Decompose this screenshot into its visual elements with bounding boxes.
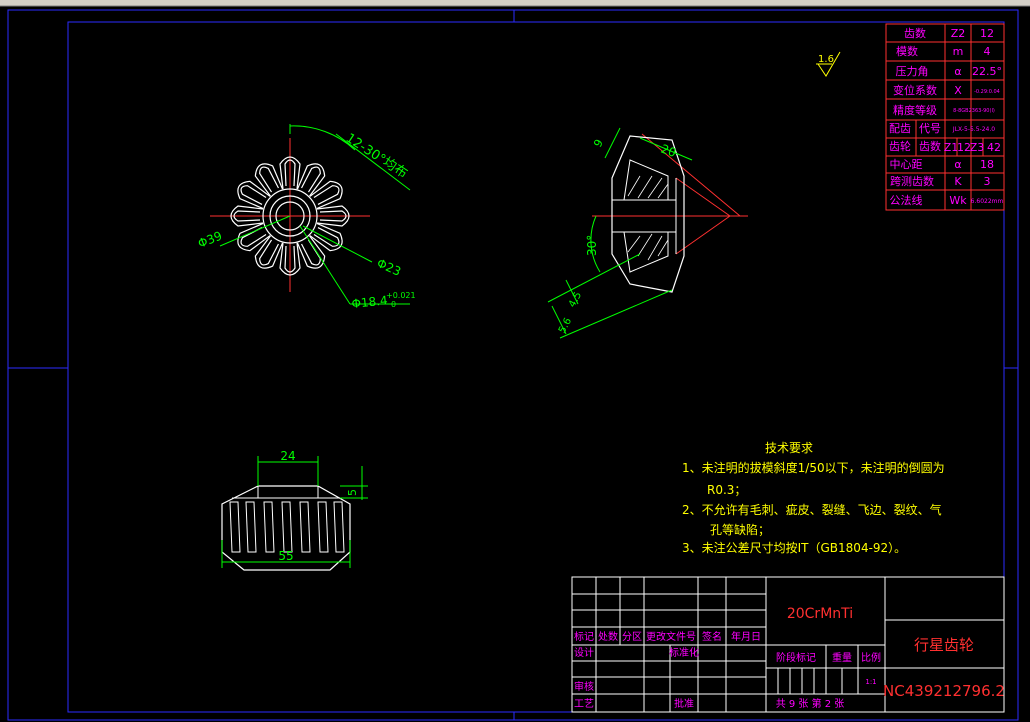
param-label-4: 变位系数 [893,83,937,97]
label-review: 审核 [574,680,594,693]
side-tooth [245,501,257,553]
notes-title: 技术要求 [765,441,813,455]
hdr-file: 更改文件号 [646,630,696,643]
param-extra-val-7: 42 [987,141,1001,154]
param-label-8: 中心距 [890,158,923,171]
title-block: 20CrMnTi 行星齿轮 NC439212796.2 标记 处数 分区 更改文… [571,576,1005,713]
hdr-date: 年月日 [731,630,761,643]
label-stage: 阶段标记 [776,651,816,664]
side-tooth [281,501,293,553]
hdr-count: 处数 [598,630,618,643]
parameter-table: 齿数 Z2 12 模数 m 4 压力角 α 22.5° 变位系数 X -0.29… [885,23,1005,211]
roughness-symbol: 1.6 [816,51,841,77]
scale-value: 1:1 [865,678,876,686]
side-tooth [317,501,329,553]
hdr-mark: 标记 [574,631,594,643]
label-standardize: 标准化 [669,646,699,659]
roughness-value: 1.6 [818,54,834,65]
notes-line-1: 1、未注明的拔模斜度1/50以下，未注明的倒圆为 [682,460,945,475]
param-val-2: 4 [984,45,991,58]
section-dim-side: 9 [591,137,606,149]
label-weight: 重量 [832,651,852,664]
part-name: 行星齿轮 [914,636,974,654]
notes-line-3: 2、不允许有毛刺、疵皮、裂缝、飞边、裂纹、气 [682,502,942,517]
param-label-3: 压力角 [896,65,929,78]
side-dim-bottom: 55 [278,549,293,563]
outer-frame [7,9,1019,721]
side-tooth [263,501,275,553]
notes-line-2: R0.3； [707,483,746,497]
param-val-8: 18 [980,158,994,171]
param-label-10: 公法线 [890,193,923,207]
dia-bore-tol-bot: 0 [391,300,396,309]
label-process: 工艺 [574,698,594,710]
section-angle: 30° [585,235,599,256]
side-dim-top: 24 [280,449,295,463]
label-approve: 批准 [674,697,694,710]
param-label-6: 配齿 [889,122,911,135]
param-val-9: 3 [984,175,991,188]
angle-note: 12-30°均布 [343,131,410,182]
notes-line-4: 孔等缺陷； [710,522,770,537]
technical-notes: 技术要求 1、未注明的拔模斜度1/50以下，未注明的倒圆为 R0.3； 2、不允… [682,441,945,555]
param-sym-1: Z2 [951,27,966,40]
param-sym-10: Wk [949,194,967,207]
dia-outer: Φ39 [196,229,224,251]
gear-front-view: 12-30°均布 Φ39 Φ23 Φ18.4 +0.021 0 [196,124,416,311]
param-val-10: 6.6022mm [971,198,1004,205]
param-label-2: 模数 [896,45,918,58]
label-design: 设计 [574,646,594,659]
label-scale: 比例 [861,651,881,664]
side-dim-right: 5 [346,489,359,496]
material: 20CrMnTi [787,606,853,622]
section-dim-top: 20 [659,142,678,160]
side-tooth [333,501,345,553]
gear-side-view: 24 5 55 [221,449,368,571]
param-extra-7: Z3 [970,141,985,154]
param-val-3: 22.5° [972,65,1002,78]
param-label-9: 跨测齿数 [890,175,934,188]
sheet-info: 共 9 张 第 2 张 [776,697,845,710]
cad-drawing: 齿数 Z2 12 模数 m 4 压力角 α 22.5° 变位系数 X -0.29… [0,0,1030,721]
top-strip [0,0,1030,6]
section-dim-a: 4.5 [567,290,584,309]
param-sym-2: m [953,45,964,58]
param-sym-6: 代号 [919,122,941,135]
side-tooth [229,501,241,553]
dia-bore: Φ18.4 [351,293,388,311]
param-sym-3: α [954,65,961,78]
param-val-4: -0.29:0.04 [974,89,1000,95]
side-tooth [299,501,311,553]
param-val-6: JLX-5-5.5-24.0 [952,126,995,133]
drawing-number: NC439212796.2 [883,682,1005,700]
param-label-7: 齿数 [919,140,941,153]
notes-line-5: 3、未注公差尺寸均按IT（GB1804-92）。 [682,540,906,555]
param-label-1: 齿数 [904,27,926,40]
param-sym-8: α [954,158,961,171]
hdr-zone: 分区 [622,631,642,643]
param-row7-group: 齿轮 [889,139,911,153]
param-label-5: 精度等级 [893,103,937,117]
gear-section-view: 20 9 30° 4.5 5.6 [547,127,748,339]
inner-frame [67,21,1005,713]
hdr-sign: 签名 [702,630,722,643]
dia-bore-tol-top: +0.021 [386,291,416,300]
dia-mid: Φ23 [375,256,403,279]
param-sym-4: X [954,84,962,97]
param-val-5: 8-8GB2363-90(I) [953,108,995,114]
param-val-1: 12 [980,27,994,40]
param-sym-9: K [954,175,962,188]
